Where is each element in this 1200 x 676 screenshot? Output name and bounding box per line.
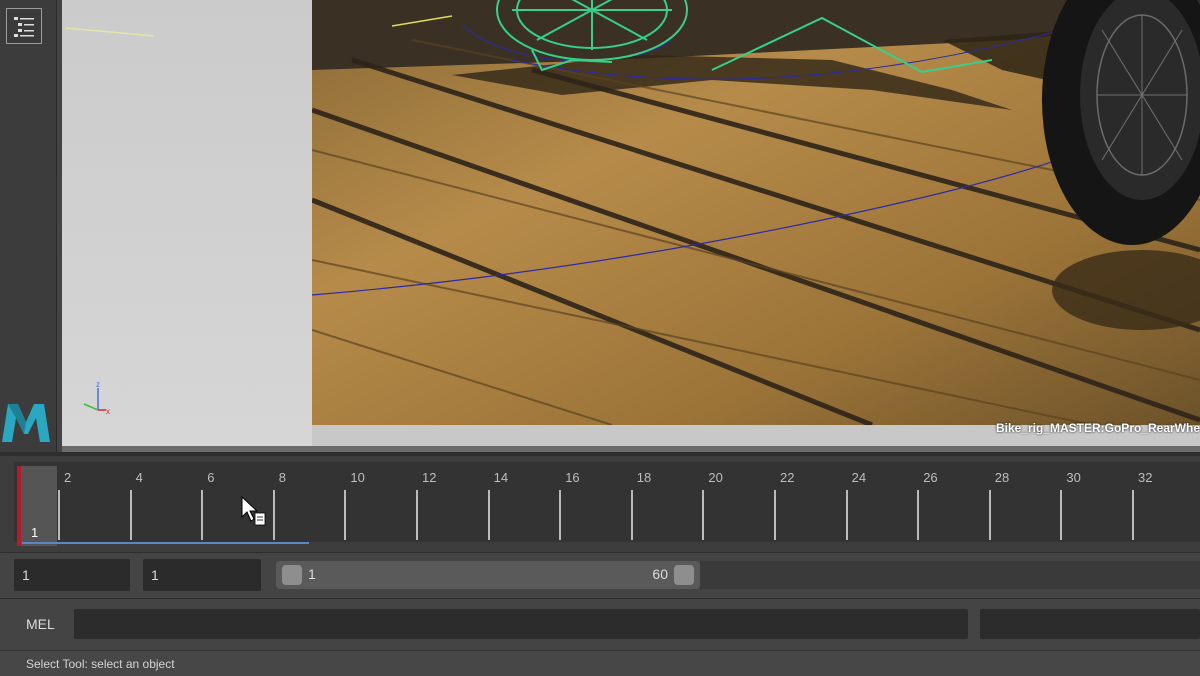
current-frame-label: 1: [31, 525, 39, 540]
range-start-handle[interactable]: [282, 565, 302, 585]
current-frame-indicator[interactable]: 1: [17, 466, 57, 546]
frame-label: 30: [1066, 470, 1081, 485]
range-end-handle[interactable]: [674, 565, 694, 585]
range-start-label: 1: [308, 566, 316, 582]
time-slider[interactable]: 1 2 4 6 8 10 12 14 16 18 20 22 24 26 28 30 32: [14, 462, 1200, 546]
range-end-label: 60: [652, 566, 668, 582]
svg-text:z: z: [96, 380, 100, 389]
svg-text:x: x: [106, 407, 110, 416]
frame-label: 26: [923, 470, 938, 485]
viewport[interactable]: z x Bike_rig_MASTER:GoPro_RearWhe: [62, 0, 1200, 452]
frame-tick: [1132, 490, 1134, 540]
outliner-button[interactable]: [6, 8, 42, 44]
command-result-field: [980, 609, 1200, 639]
range-slider-bar: 1 1 1 60: [0, 552, 1200, 597]
command-input[interactable]: [74, 609, 968, 639]
render-region: [312, 0, 1200, 425]
frame-label: 10: [350, 470, 365, 485]
outliner-icon: [14, 17, 34, 37]
maya-logo: [2, 404, 50, 442]
frame-tick: [58, 490, 60, 540]
frame-tick: [201, 490, 204, 540]
frame-tick: [559, 490, 562, 540]
mel-language-toggle[interactable]: MEL: [14, 609, 70, 639]
frame-tick: [845, 490, 848, 540]
frame-label: 6: [207, 470, 215, 485]
frame-label: 4: [135, 470, 143, 485]
frame-tick: [774, 490, 776, 540]
wood-floor-render: [312, 0, 1200, 425]
frame-label: 20: [708, 470, 723, 485]
mouse-pointer-icon: [241, 495, 266, 526]
frame-tick: [129, 490, 132, 540]
current-frame-marker: [17, 466, 21, 546]
frame-label: 2: [64, 470, 72, 485]
range-extension: [700, 561, 1200, 589]
help-text: Select Tool: select an object: [26, 657, 175, 671]
frame-tick: [988, 490, 991, 540]
frame-label: 28: [994, 470, 1010, 485]
axis-gizmo-icon: z x: [83, 380, 110, 416]
frame-label: 18: [636, 470, 652, 485]
frame-label: 14: [493, 470, 509, 485]
command-line: MEL: [0, 598, 1200, 647]
frame-tick: [702, 490, 705, 540]
frame-tick: [1060, 490, 1063, 540]
help-line: Select Tool: select an object: [0, 650, 1200, 676]
frame-label: 12: [422, 470, 437, 485]
frame-label: 16: [565, 470, 580, 485]
frame-label: 22: [780, 470, 795, 485]
frame-tick: [917, 490, 920, 540]
frame-tick: [344, 490, 347, 540]
frame-tick: [487, 490, 490, 540]
range-slider[interactable]: 1 60: [276, 561, 700, 589]
frame-tick: [630, 490, 633, 540]
playback-start-field[interactable]: 1: [143, 559, 261, 591]
frame-label: 8: [278, 470, 287, 485]
playback-range-indicator: [22, 542, 309, 544]
camera-label: Bike_rig_MASTER:GoPro_RearWhe: [995, 421, 1200, 435]
left-toolbar: [0, 0, 57, 452]
frame-tick: [272, 490, 275, 540]
frame-label: 24: [851, 470, 867, 485]
frame-tick: [416, 490, 418, 540]
start-time-field[interactable]: 1: [14, 559, 130, 591]
time-slider-panel: 1 2 4 6 8 10 12 14 16 18 20 22 24 26 28 30 32: [0, 452, 1200, 552]
frame-label: 32: [1138, 470, 1153, 485]
